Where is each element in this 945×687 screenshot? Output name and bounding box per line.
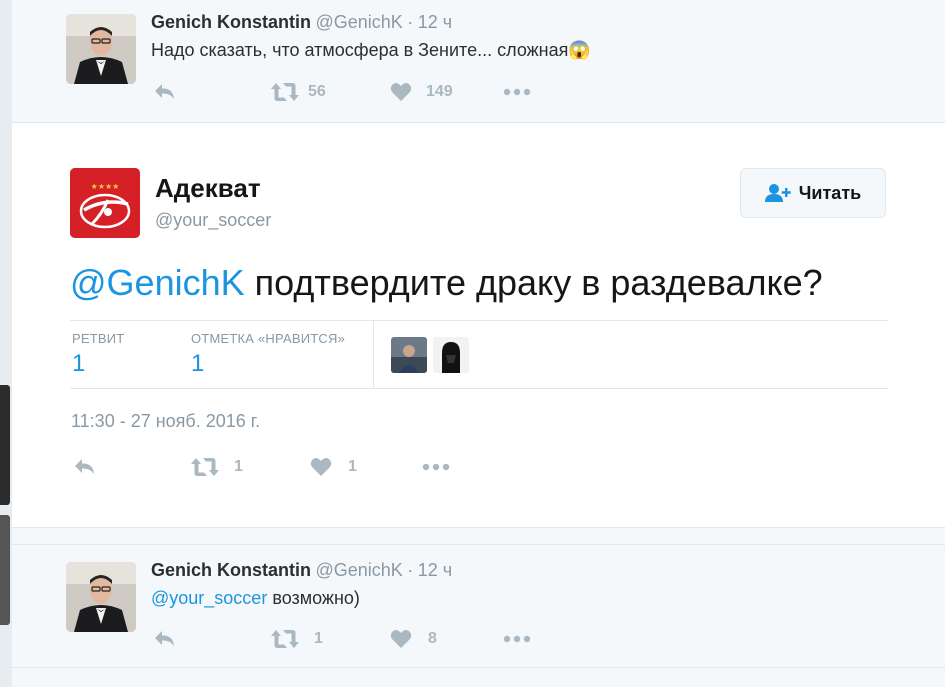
tweet-main-text: @GenichK подтвердите драку в раздевалке? bbox=[70, 262, 823, 304]
divider-vertical bbox=[373, 321, 374, 388]
follow-label: Читать bbox=[798, 182, 862, 203]
author-name[interactable]: Адекват bbox=[155, 173, 261, 204]
avatar-genichk[interactable] bbox=[66, 14, 136, 84]
author-name[interactable]: Genich Konstantin bbox=[151, 560, 311, 580]
more-button[interactable] bbox=[503, 88, 531, 96]
liker-avatar[interactable] bbox=[433, 337, 469, 373]
retweet-stat-count: 1 bbox=[72, 350, 86, 377]
svg-text:★★★★: ★★★★ bbox=[91, 182, 120, 191]
retweet-stat-label: РЕТВИТ bbox=[72, 331, 125, 346]
reply-button[interactable] bbox=[153, 629, 177, 649]
mention-link[interactable]: @your_soccer bbox=[151, 588, 267, 608]
like-button[interactable]: 149 bbox=[390, 82, 453, 102]
reply-button[interactable] bbox=[153, 82, 177, 102]
tweet-time[interactable]: 12 ч bbox=[418, 12, 452, 32]
tweet-reply-text: @your_soccer возможно) bbox=[151, 588, 360, 609]
more-icon bbox=[503, 88, 531, 96]
more-icon bbox=[503, 635, 531, 643]
retweet-button[interactable]: 1 bbox=[190, 457, 243, 477]
author-handle[interactable]: @GenichK bbox=[315, 12, 402, 32]
more-button[interactable] bbox=[422, 463, 450, 471]
reply-icon bbox=[155, 631, 174, 646]
tweet-text: возможно) bbox=[267, 588, 360, 608]
like-button[interactable]: 1 bbox=[310, 457, 357, 477]
more-icon bbox=[422, 463, 450, 471]
tweet-text: подтвердите драку в раздевалке? bbox=[244, 262, 823, 303]
retweet-count: 1 bbox=[234, 458, 243, 475]
retweet-icon bbox=[271, 630, 299, 648]
reply-icon bbox=[155, 84, 174, 99]
tweet-text: Надо сказать, что атмосфера в Зените... … bbox=[151, 40, 569, 60]
author-handle[interactable]: @GenichK bbox=[315, 560, 402, 580]
mention-link[interactable]: @GenichK bbox=[70, 262, 245, 303]
divider bbox=[70, 320, 888, 321]
avatar-genichk[interactable] bbox=[66, 562, 136, 632]
tweet-time[interactable]: 12 ч bbox=[418, 560, 452, 580]
like-count: 1 bbox=[348, 458, 357, 475]
retweet-count: 1 bbox=[314, 630, 323, 647]
author-name[interactable]: Genich Konstantin bbox=[151, 12, 311, 32]
like-count: 8 bbox=[428, 630, 437, 647]
follow-icon bbox=[764, 184, 791, 202]
time-separator: · bbox=[407, 560, 414, 580]
conversation-gap bbox=[12, 528, 945, 545]
tweet-top-header: Genich Konstantin @GenichK · 12 ч bbox=[151, 12, 452, 33]
like-stat-label: ОТМЕТКА «НРАВИТСЯ» bbox=[191, 331, 346, 346]
divider bbox=[70, 388, 888, 389]
like-stat-count: 1 bbox=[191, 350, 205, 377]
retweet-icon bbox=[271, 83, 299, 101]
left-dark-bar bbox=[0, 385, 10, 505]
more-button[interactable] bbox=[503, 635, 531, 643]
reply-icon bbox=[75, 459, 94, 474]
tweet-top-text: Надо сказать, что атмосфера в Зените... … bbox=[151, 40, 591, 61]
retweet-button[interactable]: 1 bbox=[270, 629, 323, 649]
like-count: 149 bbox=[426, 83, 453, 100]
retweet-icon bbox=[191, 458, 219, 476]
time-separator: · bbox=[407, 12, 414, 32]
scream-emoji: 😱 bbox=[568, 40, 591, 60]
like-stat[interactable]: ОТМЕТКА «НРАВИТСЯ» 1 bbox=[191, 331, 345, 378]
heart-icon bbox=[390, 630, 412, 648]
heart-icon bbox=[390, 83, 412, 101]
like-button[interactable]: 8 bbox=[390, 629, 437, 649]
tweet-date[interactable]: 11:30 - 27 нояб. 2016 г. bbox=[71, 411, 260, 432]
tweet-reply-header: Genich Konstantin @GenichK · 12 ч bbox=[151, 560, 452, 581]
author-handle[interactable]: @your_soccer bbox=[155, 210, 271, 231]
retweet-button[interactable]: 56 bbox=[270, 82, 326, 102]
follow-button[interactable]: Читать bbox=[740, 168, 886, 218]
liker-avatar[interactable] bbox=[391, 337, 427, 373]
avatar-adekvat[interactable]: ★★★★ bbox=[70, 168, 140, 238]
left-dark-bar-lower bbox=[0, 515, 10, 625]
retweet-stat[interactable]: РЕТВИТ 1 bbox=[72, 331, 124, 378]
reply-button[interactable] bbox=[73, 457, 97, 477]
heart-icon bbox=[310, 458, 332, 476]
retweet-count: 56 bbox=[308, 83, 326, 100]
